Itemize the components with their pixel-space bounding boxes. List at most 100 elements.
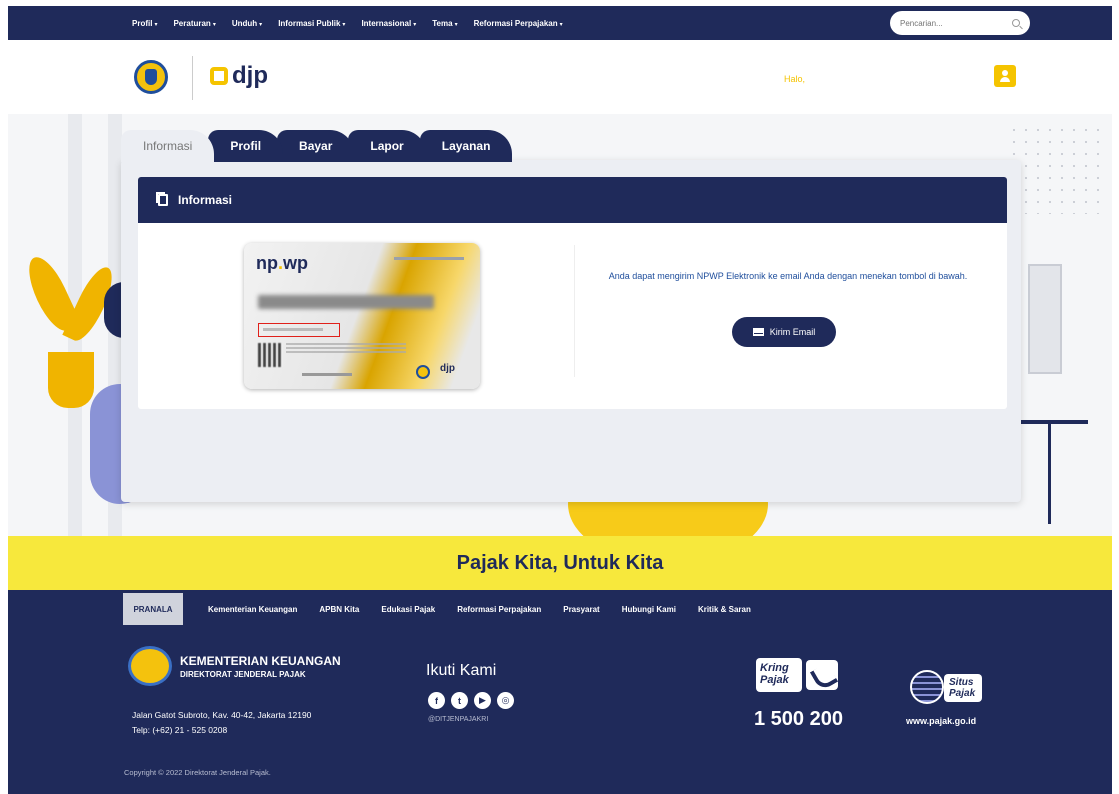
plant-pot bbox=[48, 352, 94, 408]
user-icon[interactable] bbox=[994, 65, 1016, 87]
send-email-label: Kirim Email bbox=[769, 327, 816, 337]
slogan-bar: Pajak Kita, Untuk Kita bbox=[8, 536, 1112, 590]
mini-seal-icon bbox=[416, 365, 430, 379]
situs-pajak-url[interactable]: www.pajak.go.id bbox=[906, 716, 976, 726]
org-name: KEMENTERIAN KEUANGAN bbox=[180, 653, 341, 668]
footer-links: Kementerian Keuangan APBN Kita Edukasi P… bbox=[208, 593, 751, 625]
kring-line1: Kring bbox=[760, 662, 789, 674]
search-input[interactable] bbox=[900, 18, 1000, 28]
footer-link-kritik-saran[interactable]: Kritik & Saran bbox=[698, 605, 751, 614]
situs-line2: Pajak bbox=[949, 688, 976, 699]
site-footer: PRANALA Kementerian Keuangan APBN Kita E… bbox=[8, 590, 1112, 794]
caret-down-icon: ▾ bbox=[154, 21, 158, 28]
search-box bbox=[890, 11, 1030, 35]
highlighted-name-field bbox=[258, 323, 340, 337]
card-header-text bbox=[394, 257, 464, 260]
follow-us-title: Ikuti Kami bbox=[426, 662, 497, 679]
site-header: djp Halo, bbox=[8, 40, 1112, 114]
kring-pajak-badge: Kring Pajak bbox=[756, 658, 802, 692]
copyright-text: Copyright © 2022 Direktorat Jenderal Paj… bbox=[124, 768, 271, 777]
menu-label: Internasional bbox=[361, 18, 412, 28]
menu-reformasi-perpajakan[interactable]: Reformasi Perpajakan ▾ bbox=[474, 19, 563, 28]
djp-logo[interactable]: djp bbox=[210, 62, 268, 90]
org-subname: DIREKTORAT JENDERAL PAJAK bbox=[180, 669, 306, 679]
globe-icon bbox=[910, 670, 944, 704]
situs-pajak-logo[interactable]: Situs Pajak bbox=[904, 670, 1004, 710]
kring-line2: Pajak bbox=[760, 674, 789, 686]
footer-link-hubungi-kami[interactable]: Hubungi Kami bbox=[622, 605, 676, 614]
content-divider bbox=[574, 245, 575, 377]
menu-internasional[interactable]: Internasional ▾ bbox=[361, 19, 416, 28]
social-handle: @DITJENPAJAKRI bbox=[428, 716, 489, 723]
cabinet-illustration bbox=[1028, 264, 1062, 374]
footer-link-prasyarat[interactable]: Prasyarat bbox=[563, 605, 599, 614]
footer-link-reformasi-perpajakan[interactable]: Reformasi Perpajakan bbox=[457, 605, 541, 614]
kring-pajak-logo[interactable]: Kring Pajak bbox=[746, 658, 846, 698]
footer-link-edukasi-pajak[interactable]: Edukasi Pajak bbox=[381, 605, 435, 614]
djp-logo-square-icon bbox=[210, 67, 228, 85]
dot-pattern bbox=[1008, 124, 1108, 214]
menu-label: Profil bbox=[132, 18, 153, 28]
caret-down-icon: ▾ bbox=[212, 21, 216, 28]
npwp-logo-text-a: np bbox=[256, 253, 278, 273]
tab-bayar[interactable]: Bayar bbox=[277, 130, 355, 162]
situs-pajak-badge: Situs Pajak bbox=[944, 674, 982, 702]
greeting-text: Halo, bbox=[784, 74, 806, 84]
caret-down-icon: ▾ bbox=[413, 21, 417, 28]
tab-lapor[interactable]: Lapor bbox=[348, 130, 426, 162]
send-email-message: Anda dapat mengirim NPWP Elektronik ke e… bbox=[608, 271, 968, 281]
menu-label: Tema bbox=[432, 18, 453, 28]
menu-label: Unduh bbox=[231, 18, 258, 28]
npwp-number-blurred bbox=[258, 295, 434, 309]
mini-djp-logo: djp bbox=[440, 363, 455, 374]
caret-down-icon: ▾ bbox=[259, 21, 263, 28]
contact-address: Jalan Gatot Subroto, Kav. 40-42, Jakarta… bbox=[132, 708, 311, 738]
information-box: Informasi np.wp djp Anda dapat mengirim … bbox=[138, 177, 1007, 409]
information-header: Informasi bbox=[138, 177, 1007, 223]
footer-link-apbn-kita[interactable]: APBN Kita bbox=[319, 605, 359, 614]
kemenkeu-logo: KEMENTERIAN KEUANGAN DIREKTORAT JENDERAL… bbox=[128, 646, 341, 686]
registration-date-blurred bbox=[302, 373, 352, 376]
address-line: Jalan Gatot Subroto, Kav. 40-42, Jakarta… bbox=[132, 710, 312, 720]
main-tabs: Informasi Profil Bayar Lapor Layanan bbox=[121, 130, 513, 162]
send-email-button[interactable]: Kirim Email bbox=[732, 317, 836, 347]
kemenkeu-seal-icon bbox=[128, 646, 172, 686]
tab-profil[interactable]: Profil bbox=[208, 130, 284, 162]
information-title: Informasi bbox=[178, 193, 233, 207]
facebook-icon[interactable]: f bbox=[428, 692, 445, 709]
tab-informasi[interactable]: Informasi bbox=[121, 130, 215, 162]
menu-label: Peraturan bbox=[173, 18, 211, 28]
npwp-logo-text-b: wp bbox=[283, 253, 309, 273]
user-icon-head bbox=[1002, 70, 1008, 76]
address-blurred bbox=[286, 343, 406, 353]
youtube-icon[interactable]: ▶ bbox=[474, 692, 491, 709]
footer-link-kementerian-keuangan[interactable]: Kementerian Keuangan bbox=[208, 605, 297, 614]
user-icon-body bbox=[1000, 77, 1010, 82]
menu-label: Reformasi Perpajakan bbox=[473, 18, 558, 28]
social-icons: f t ▶ ◎ bbox=[428, 692, 514, 709]
table-leg bbox=[1048, 424, 1051, 524]
menu-peraturan[interactable]: Peraturan ▾ bbox=[173, 19, 215, 28]
pranala-label: PRANALA bbox=[123, 593, 183, 625]
djp-logo-text: djp bbox=[232, 62, 268, 89]
npwp-card-image: np.wp djp bbox=[244, 243, 480, 389]
twitter-icon[interactable]: t bbox=[451, 692, 468, 709]
top-menu: Profil ▾ Peraturan ▾ Unduh ▾ Informasi Publ… bbox=[132, 6, 563, 40]
npwp-logo: np.wp bbox=[256, 253, 308, 274]
menu-tema[interactable]: Tema ▾ bbox=[432, 19, 457, 28]
kemenkeu-seal-logo[interactable] bbox=[134, 60, 168, 94]
tab-layanan[interactable]: Layanan bbox=[419, 130, 513, 162]
instagram-icon[interactable]: ◎ bbox=[497, 692, 514, 709]
qr-code bbox=[258, 343, 282, 367]
menu-informasi-publik[interactable]: Informasi Publik ▾ bbox=[278, 19, 345, 28]
menu-unduh[interactable]: Unduh ▾ bbox=[232, 19, 262, 28]
envelope-icon bbox=[752, 328, 764, 336]
menu-label: Informasi Publik bbox=[278, 18, 341, 28]
caret-down-icon: ▾ bbox=[454, 21, 458, 28]
phone-line: Telp: (+62) 21 - 525 0208 bbox=[132, 725, 228, 735]
table-top bbox=[1018, 420, 1088, 424]
search-icon[interactable] bbox=[1012, 19, 1020, 27]
menu-profil[interactable]: Profil ▾ bbox=[132, 19, 157, 28]
caret-down-icon: ▾ bbox=[559, 21, 563, 28]
slogan-text: Pajak Kita, Untuk Kita bbox=[456, 551, 664, 574]
